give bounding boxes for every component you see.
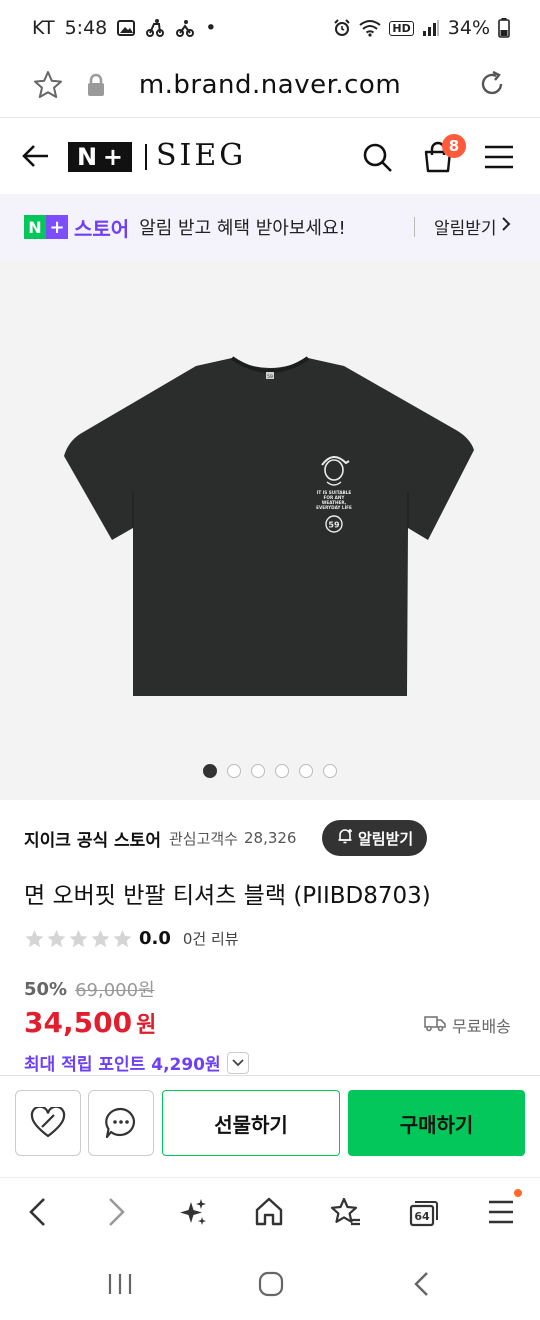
star-rating — [24, 929, 133, 949]
discount-rate: 50% — [24, 978, 68, 1000]
promo-message: 알림 받고 혜택 받아보세요! — [139, 218, 346, 239]
alarm-icon — [333, 19, 351, 37]
reload-icon[interactable] — [476, 68, 508, 104]
star-icon — [113, 929, 132, 947]
nplus-store-logo: N + — [24, 215, 68, 239]
rating-row[interactable]: 0.0 0건 리뷰 — [24, 928, 239, 949]
chevron-right-icon — [501, 216, 511, 237]
store-name-link[interactable]: 지이크 공식 스토어 — [24, 826, 161, 851]
search-icon[interactable] — [362, 142, 394, 178]
shipping-info: 무료배송 — [424, 1013, 511, 1037]
follower-label: 관심고객수 — [168, 829, 238, 848]
hamburger-menu-icon[interactable] — [484, 144, 514, 174]
star-icon — [25, 929, 44, 947]
nplus-store-logo-n: N — [24, 215, 46, 239]
talk-talk-button[interactable] — [88, 1090, 154, 1156]
browser-toolbar: 64 — [0, 1177, 540, 1247]
wifi-icon — [359, 19, 382, 37]
rider-icon — [175, 18, 195, 38]
star-icon — [47, 929, 66, 947]
carousel-dot[interactable] — [203, 764, 217, 778]
carousel-dot[interactable] — [275, 764, 289, 778]
gift-button[interactable]: 선물하기 — [162, 1090, 340, 1156]
star-icon — [69, 929, 88, 947]
logo-divider — [145, 144, 147, 170]
gallery-icon — [117, 19, 136, 37]
browser-back-icon[interactable] — [24, 1196, 52, 1232]
sale-price: 34,500 — [24, 1006, 133, 1039]
delivery-icon — [145, 18, 165, 38]
shirt-print-badge: 59 — [328, 521, 340, 530]
chat-bubble-icon — [105, 1107, 135, 1139]
nplus-logo-n: N — [76, 143, 98, 171]
notification-dot: • — [205, 17, 217, 39]
browser-menu-icon[interactable] — [486, 1196, 516, 1232]
follower-count: 28,326 — [243, 829, 297, 847]
promo-subscribe-link[interactable]: 알림받기 — [434, 214, 511, 239]
store-header: N + SIEG 8 — [0, 118, 540, 194]
brand-name[interactable]: SIEG — [156, 138, 246, 173]
max-points-text: 최대 적립 포인트 4,290원 — [24, 1055, 221, 1075]
chevron-down-icon[interactable] — [226, 1051, 249, 1074]
shipping-label: 무료배송 — [452, 1017, 511, 1036]
back-arrow-icon[interactable] — [20, 140, 52, 176]
rating-score: 0.0 — [139, 928, 171, 949]
sale-price-row: 34,500 원 — [24, 1006, 156, 1039]
status-bar: KT 5:48 • HD 34% — [0, 0, 540, 56]
recent-apps-icon[interactable] — [106, 1271, 134, 1301]
wishlist-button[interactable] — [15, 1090, 81, 1156]
review-count-link[interactable]: 0건 리뷰 — [183, 928, 239, 949]
nplus-store-logo-plus: + — [46, 215, 68, 239]
notification-promo-banner: N + 스토어 알림 받고 혜택 받아보세요! 알림받기 — [0, 194, 540, 260]
battery-level: 34% — [447, 17, 490, 39]
tabs-count: 64 — [414, 1210, 430, 1223]
carousel-dot[interactable] — [299, 764, 313, 778]
store-notify-label: 알림받기 — [358, 829, 414, 848]
battery-icon — [498, 18, 510, 38]
sale-price-unit: 원 — [136, 1013, 157, 1038]
url-text[interactable]: m.brand.naver.com — [0, 70, 540, 100]
cart-count-badge: 8 — [442, 134, 466, 158]
purchase-action-bar: 선물하기 구매하기 — [0, 1075, 540, 1177]
hd-voice-icon: HD — [389, 20, 414, 36]
heart-icon — [30, 1107, 66, 1138]
tabs-icon[interactable]: 64 — [408, 1196, 440, 1232]
nplus-logo-plus: + — [102, 143, 124, 171]
menu-notification-dot — [514, 1189, 522, 1197]
star-icon — [91, 929, 110, 947]
sparkle-assistant-icon[interactable] — [178, 1196, 208, 1232]
browser-forward-icon[interactable] — [102, 1196, 130, 1232]
carousel-pagination — [0, 764, 540, 778]
buy-button[interactable]: 구매하기 — [348, 1090, 525, 1156]
system-home-icon[interactable] — [258, 1271, 284, 1301]
promo-store-label: 스토어 — [74, 216, 130, 241]
carousel-dot[interactable] — [227, 764, 241, 778]
carousel-dot[interactable] — [251, 764, 265, 778]
home-icon[interactable] — [254, 1196, 284, 1232]
product-image-carousel[interactable]: 59 IT IS SUITABLE FOR ANY WEATHER, EVERY… — [0, 260, 540, 800]
promo-subscribe-label: 알림받기 — [434, 219, 497, 239]
original-price: 69,000원 — [75, 980, 155, 1001]
signal-icon — [422, 19, 440, 37]
clock: 5:48 — [64, 17, 108, 39]
shirt-tag-text: 59 — [267, 374, 273, 380]
nplus-logo[interactable]: N + — [68, 142, 132, 172]
promo-divider — [414, 217, 415, 237]
shirt-print-line-4: EVERYDAY LIFE — [316, 505, 352, 510]
discount-row: 50% 69,000원 — [24, 976, 155, 1002]
points-row[interactable]: 최대 적립 포인트 4,290원 — [24, 1050, 249, 1075]
store-info-row: 지이크 공식 스토어 관심고객수 28,326 알림받기 — [24, 820, 524, 856]
store-notify-button[interactable]: 알림받기 — [322, 820, 428, 856]
bookmarks-icon[interactable] — [330, 1196, 362, 1232]
system-navigation-bar — [0, 1247, 540, 1320]
product-title: 면 오버핏 반팔 티셔츠 블랙 (PIIBD8703) — [24, 883, 431, 909]
browser-url-bar: m.brand.naver.com — [0, 56, 540, 118]
tshirt-image: 59 IT IS SUITABLE FOR ANY WEATHER, EVERY… — [64, 356, 474, 696]
carrier: KT — [32, 17, 55, 39]
truck-icon — [424, 1014, 446, 1036]
carousel-dot[interactable] — [323, 764, 337, 778]
system-back-icon[interactable] — [410, 1271, 434, 1301]
bell-plus-icon — [336, 827, 354, 849]
